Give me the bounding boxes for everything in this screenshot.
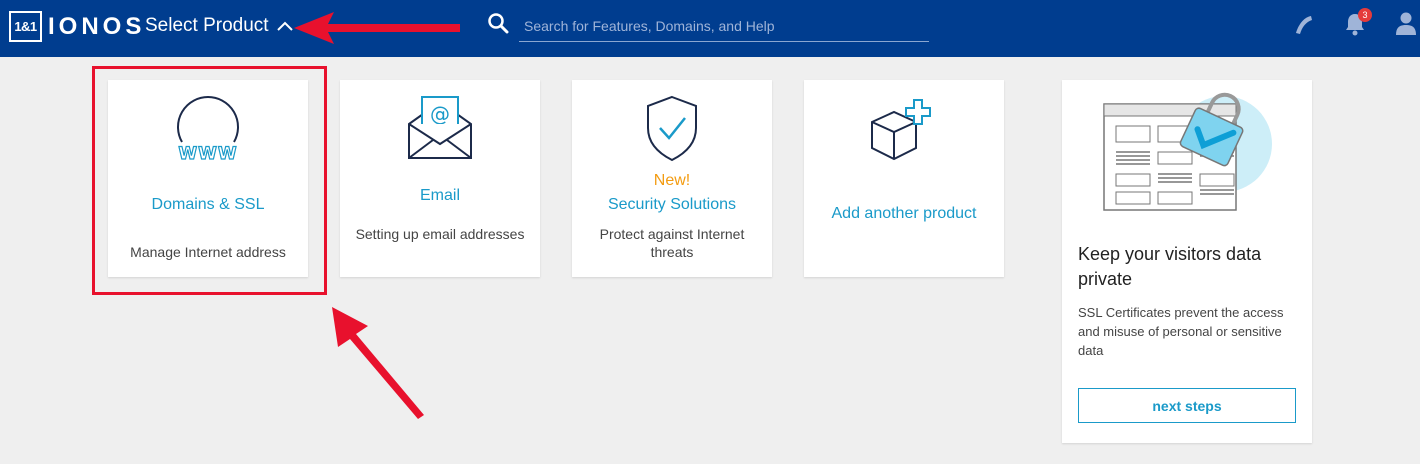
chevron-up-icon xyxy=(276,21,293,31)
globe-www-icon: WWW xyxy=(177,96,239,164)
select-product-dropdown[interactable]: Select Product xyxy=(145,15,293,37)
product-description: Setting up email addresses xyxy=(355,226,525,242)
top-navbar: 1&1 IONOS Select Product 3 xyxy=(0,0,1420,57)
product-card-email[interactable]: @ Email Setting up email addresses xyxy=(340,80,540,277)
search-input[interactable] xyxy=(519,10,929,42)
ionos-logo[interactable]: 1&1 IONOS xyxy=(9,11,145,42)
svg-text:WWW: WWW xyxy=(178,144,237,164)
logo-text: IONOS xyxy=(48,13,146,40)
product-title: Security Solutions xyxy=(607,196,737,213)
notification-badge: 3 xyxy=(1358,8,1372,22)
envelope-at-icon: @ xyxy=(408,96,472,159)
product-description: Manage Internet address xyxy=(130,244,286,260)
logo-box: 1&1 xyxy=(9,11,42,42)
svg-text:@: @ xyxy=(430,102,450,126)
product-card-add[interactable]: Add another product xyxy=(804,80,1004,277)
shield-check-icon xyxy=(647,95,697,162)
ssl-certificate-illustration xyxy=(1103,92,1272,211)
annotation-arrow-domains xyxy=(332,307,424,419)
search-icon[interactable] xyxy=(487,12,509,34)
new-label: New! xyxy=(653,172,691,189)
product-description: Protect against Internet threats xyxy=(599,226,745,260)
promo-text: SSL Certificates prevent the access and … xyxy=(1078,305,1284,358)
product-title: Email xyxy=(419,187,460,204)
promo-title: Keep your visitors data private xyxy=(1078,244,1262,289)
ssl-promo-card: Keep your visitors data private SSL Cert… xyxy=(1062,80,1312,443)
select-product-label: Select Product xyxy=(145,15,269,36)
phone-icon[interactable] xyxy=(1291,13,1315,37)
product-card-domains-ssl[interactable]: WWW Domains & SSL Manage Internet addres… xyxy=(108,80,308,277)
product-card-security[interactable]: New! Security Solutions Protect against … xyxy=(572,80,772,277)
product-title: Domains & SSL xyxy=(151,196,265,213)
user-icon[interactable] xyxy=(1395,11,1417,35)
product-title: Add another product xyxy=(831,205,977,222)
next-steps-button[interactable]: next steps xyxy=(1078,388,1296,423)
box-plus-icon xyxy=(871,99,931,161)
